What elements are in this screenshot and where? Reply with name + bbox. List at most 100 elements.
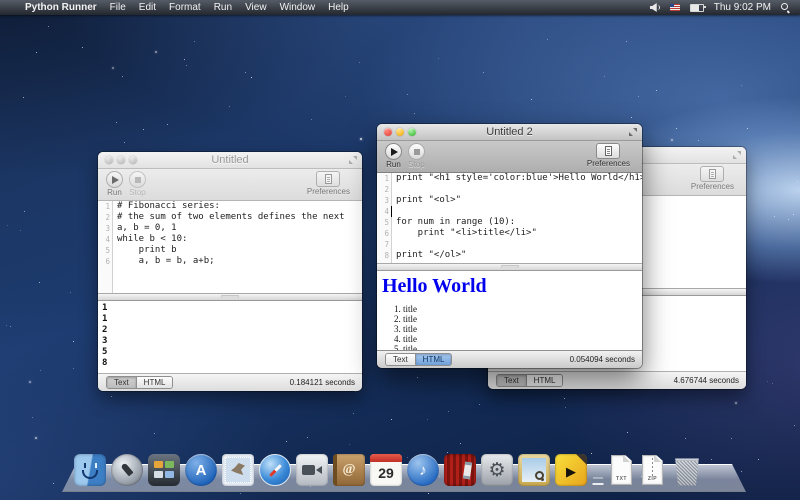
dock-icon-zip-file[interactable]: ZIP (640, 454, 666, 486)
html-preview-pane[interactable]: Hello World titletitletitletitletitletit… (377, 271, 642, 350)
output-line: 2 (98, 325, 362, 336)
menu-item[interactable]: View (245, 2, 267, 13)
fullscreen-icon[interactable] (349, 156, 357, 164)
dock-icon-app-store[interactable]: A (185, 454, 217, 486)
code-line: 3 a, b = 0, 1 (98, 223, 362, 234)
titlebar[interactable]: Untitled (98, 152, 362, 169)
zoom-button[interactable] (408, 128, 416, 136)
status-bar: Text HTML 0.184121 seconds (98, 373, 362, 391)
close-button[interactable] (105, 156, 113, 164)
text-tab[interactable]: Text (497, 375, 526, 386)
minimize-button[interactable] (396, 128, 404, 136)
dock-icon-glyph: @ (333, 454, 365, 486)
dock-icon-photo-booth[interactable] (444, 454, 476, 486)
preferences-button[interactable]: Preferences (691, 166, 734, 191)
dock-icon-mission-control[interactable] (148, 454, 180, 486)
execution-time: 0.054094 seconds (570, 355, 635, 364)
html-tab[interactable]: HTML (415, 354, 452, 365)
dock-icon-glyph (518, 454, 550, 486)
dock-icon-python-runner[interactable]: ▶ (555, 454, 587, 486)
titlebar[interactable]: Untitled 2 (377, 124, 642, 141)
battery-icon[interactable] (690, 4, 704, 12)
preferences-label: Preferences (691, 182, 734, 191)
dock-icon-finder[interactable] (74, 454, 106, 486)
line-number: 4 (377, 206, 391, 217)
close-button[interactable] (384, 128, 392, 136)
dock-icon-glyph (74, 454, 106, 486)
dock-icon-glyph: ▶ (555, 454, 587, 486)
pane-splitter[interactable] (377, 263, 642, 271)
code-line: 4 (377, 206, 642, 217)
output-line: 3 (98, 336, 362, 347)
run-button[interactable]: Run (106, 171, 123, 197)
code-text (391, 184, 396, 195)
code-text: print "<h1 style='color:blue'>Hello Worl… (391, 173, 642, 184)
run-button[interactable]: Run (385, 143, 402, 169)
stop-icon (414, 149, 420, 155)
line-number: 5 (377, 217, 391, 228)
code-text: print "<ol>" (391, 195, 461, 206)
dock-icon-launchpad[interactable] (111, 454, 143, 486)
code-text (391, 239, 396, 250)
spotlight-icon[interactable] (781, 3, 790, 12)
output-line: 1 (98, 314, 362, 325)
stop-label: Stop (129, 188, 145, 197)
toolbar: Run Stop Preferences (377, 141, 642, 173)
dock-icon-separator (592, 454, 604, 486)
stop-button[interactable]: Stop (408, 143, 425, 169)
code-text: # Fibonacci series: (112, 201, 220, 212)
minimize-button[interactable] (117, 156, 125, 164)
menu-clock[interactable]: Thu 9:02 PM (714, 2, 771, 13)
stop-button[interactable]: Stop (129, 171, 146, 197)
preferences-button[interactable]: Preferences (307, 171, 350, 196)
text-tab[interactable]: Text (386, 354, 415, 365)
preferences-button[interactable]: Preferences (587, 143, 630, 168)
zoom-button[interactable] (129, 156, 137, 164)
code-line: 1 print "<h1 style='color:blue'>Hello Wo… (377, 173, 642, 184)
menu-item[interactable]: Edit (139, 2, 156, 13)
dock-icon-itunes[interactable]: ♪ (407, 454, 439, 486)
menu-item[interactable]: Format (169, 2, 201, 13)
dock-icon-ical[interactable]: 29 (370, 454, 402, 486)
input-language-flag-icon[interactable] (670, 4, 680, 11)
dock-icon-mail[interactable] (222, 454, 254, 486)
line-number: 6 (98, 256, 112, 267)
text-tab[interactable]: Text (107, 377, 136, 388)
dock-icon-preview[interactable] (518, 454, 550, 486)
fullscreen-icon[interactable] (733, 151, 741, 159)
output-mode-toggle: Text HTML (106, 376, 173, 389)
dock-icon-txt-file[interactable]: TXT (609, 454, 635, 486)
code-line: 5 for num in range (10): (377, 217, 642, 228)
dock-icon-safari[interactable] (259, 454, 291, 486)
html-tab[interactable]: HTML (136, 377, 173, 388)
menu-item[interactable]: Window (280, 2, 316, 13)
dock-icon-facetime[interactable] (296, 454, 328, 486)
code-text: print "</ol>" (391, 250, 466, 261)
desktop: Python Runner File Edit Format Run View Windo… (0, 0, 800, 500)
dock-icon-system-preferences[interactable]: ⚙ (481, 454, 513, 486)
window-untitled: Untitled Run Stop Preferences 1 (98, 152, 362, 391)
output-pane[interactable]: 112358 (98, 301, 362, 373)
menu-item[interactable]: Help (328, 2, 349, 13)
app-menu-title[interactable]: Python Runner (25, 2, 97, 13)
document-icon (605, 146, 612, 156)
preferences-label: Preferences (307, 187, 350, 196)
volume-icon[interactable] (650, 3, 660, 12)
dock-icon-glyph (148, 454, 180, 486)
document-icon (709, 169, 716, 179)
dock-icon-trash[interactable] (671, 454, 703, 486)
line-number: 3 (377, 195, 391, 206)
html-tab[interactable]: HTML (526, 375, 563, 386)
menu-item[interactable]: Run (214, 2, 232, 13)
fullscreen-icon[interactable] (629, 128, 637, 136)
code-editor[interactable]: 1 print "<h1 style='color:blue'>Hello Wo… (377, 173, 642, 263)
output-line: 5 (98, 347, 362, 358)
pane-splitter[interactable] (98, 293, 362, 301)
execution-time: 0.184121 seconds (290, 378, 355, 387)
menu-item[interactable]: File (110, 2, 126, 13)
code-editor[interactable]: 1 # Fibonacci series: 2 # the sum of two… (98, 201, 362, 293)
line-number: 6 (377, 228, 391, 239)
status-bar: Text HTML 4.676744 seconds (488, 371, 746, 389)
preview-heading: Hello World (382, 275, 642, 298)
dock-icon-contacts[interactable]: @ (333, 454, 365, 486)
